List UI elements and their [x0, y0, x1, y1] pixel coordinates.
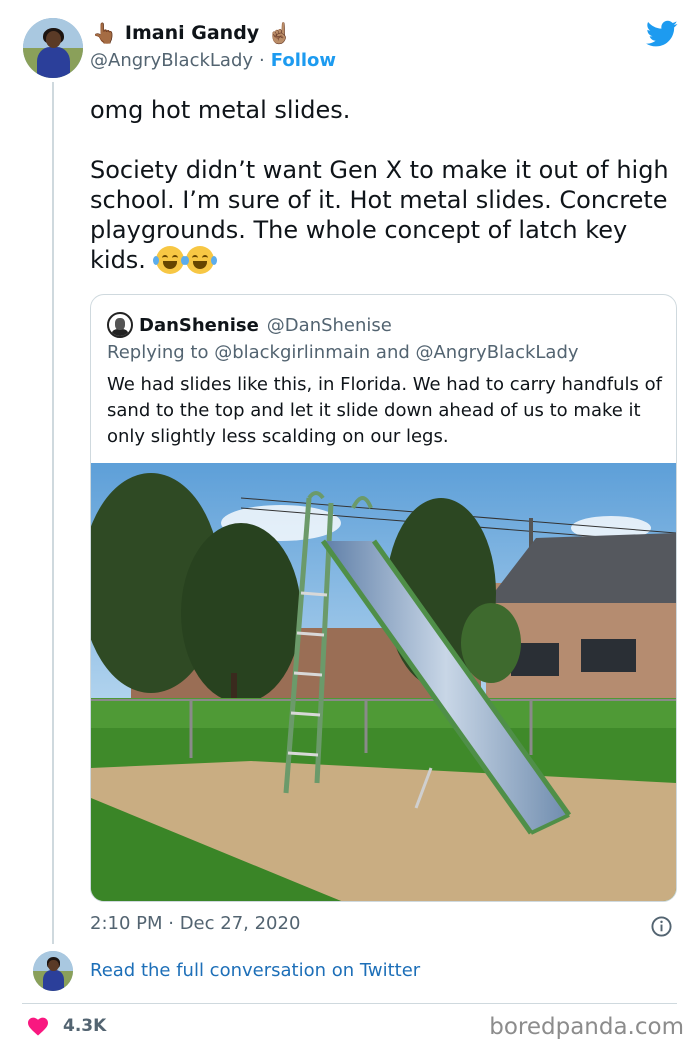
read-conversation-link[interactable]: Read the full conversation on Twitter [90, 960, 420, 981]
author-handle-row: @AngryBlackLady · Follow [90, 50, 336, 71]
quoted-tweet[interactable]: DanShenise @DanShenise Replying to @blac… [90, 294, 677, 902]
tweet-text: omg hot metal slides. Society didn’t wan… [90, 95, 680, 275]
quoted-author-avatar[interactable] [107, 312, 133, 338]
boredpanda-watermark: boredpanda.com [489, 1014, 684, 1040]
info-icon[interactable] [651, 916, 672, 937]
like-row[interactable]: 4.3K [27, 1016, 106, 1036]
quoted-author-row: DanShenise @DanShenise [107, 312, 392, 338]
quoted-tweet-text: We had slides like this, in Florida. We … [107, 374, 662, 447]
heart-icon[interactable] [27, 1016, 49, 1036]
author-name-row: 👆🏾 Imani Gandy ☝🏽 [92, 22, 292, 44]
author-avatar-small[interactable] [33, 951, 73, 991]
thread-line [52, 82, 54, 944]
quoted-handle[interactable]: @DanShenise [267, 315, 392, 336]
author-handle[interactable]: @AngryBlackLady [90, 50, 253, 71]
follow-button[interactable]: Follow [271, 50, 336, 71]
divider [22, 1003, 677, 1004]
quoted-display-name[interactable]: DanShenise [139, 315, 259, 336]
separator-dot: · [259, 50, 265, 71]
author-display-name[interactable]: Imani Gandy [125, 22, 259, 44]
metal-slide-photo[interactable] [91, 463, 676, 901]
like-count: 4.3K [63, 1016, 107, 1036]
tweet-paragraph: omg hot metal slides. [90, 96, 351, 124]
twitter-bird-icon[interactable] [646, 20, 678, 48]
tears-of-joy-emoji [182, 246, 217, 274]
pointing-up-emoji: ☝🏽 [267, 21, 293, 45]
author-avatar[interactable] [23, 18, 83, 78]
replying-to-text: Replying to @blackgirlinmain and @AngryB… [107, 342, 579, 363]
tears-of-joy-emoji [152, 246, 187, 274]
tweet-timestamp[interactable]: 2:10 PM · Dec 27, 2020 [90, 913, 300, 934]
tweet-paragraph: Society didn’t want Gen X to make it out… [90, 155, 680, 275]
pointing-hand-emoji: 👆🏾 [92, 21, 117, 45]
